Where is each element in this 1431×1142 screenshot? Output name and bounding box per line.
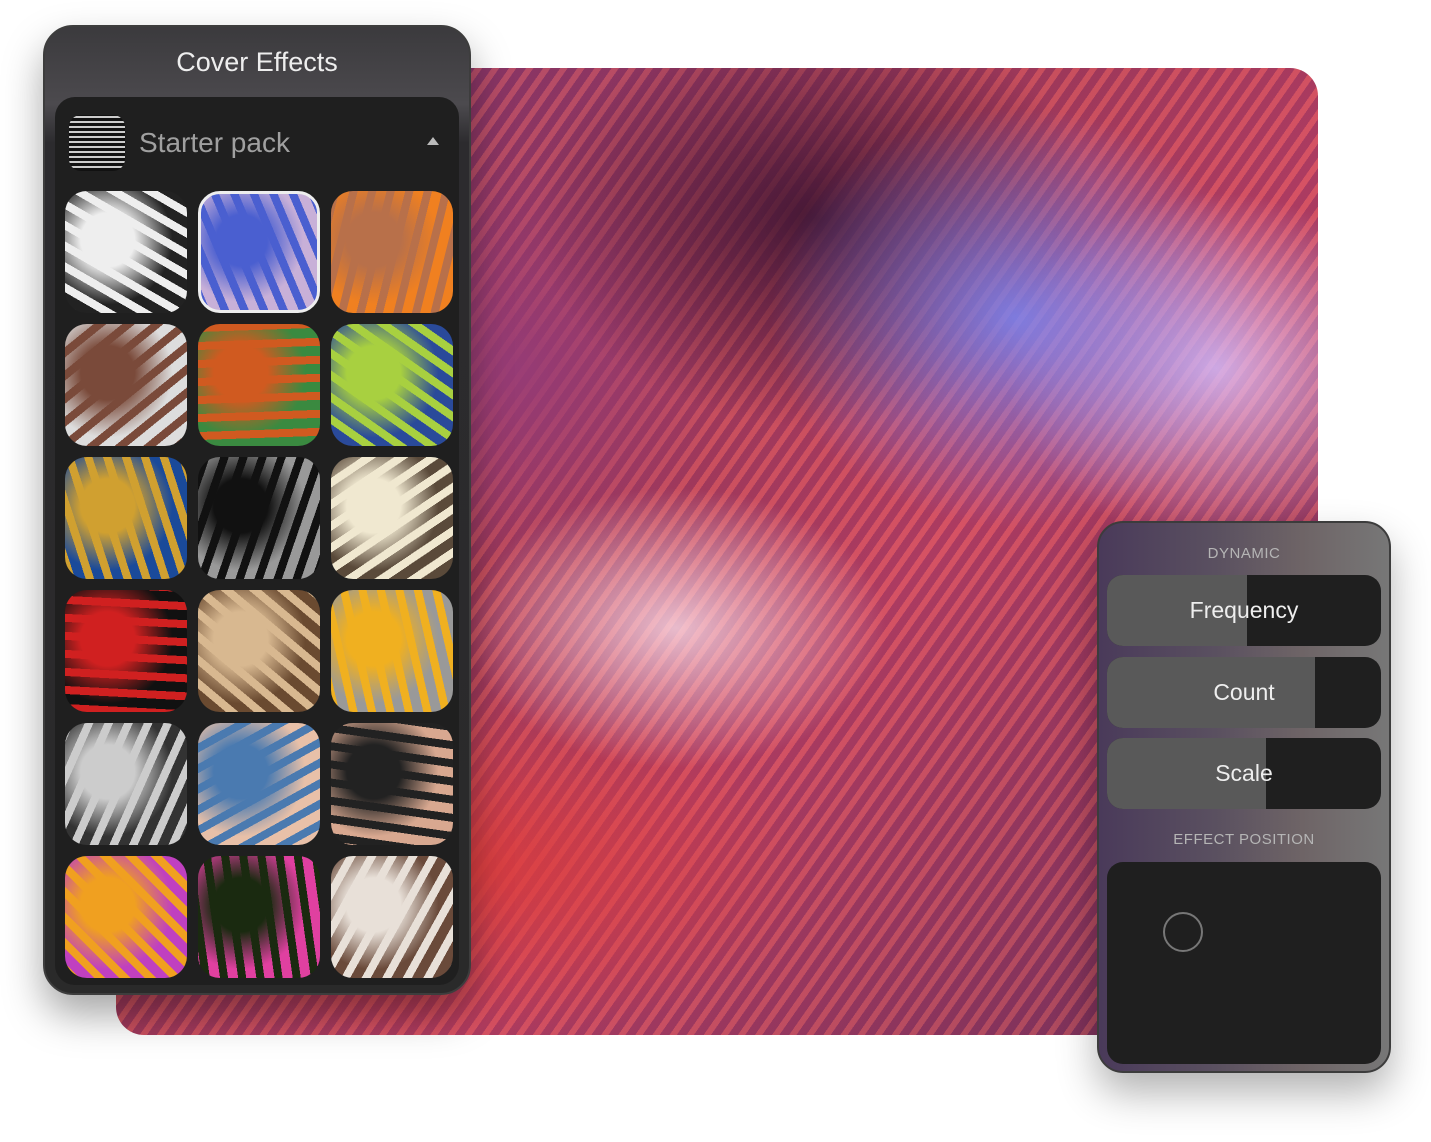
- count-slider[interactable]: Count: [1107, 657, 1381, 728]
- cover-effects-panel: Cover Effects Starter pack: [43, 25, 471, 995]
- effect-tile-color-bars[interactable]: [65, 457, 187, 579]
- pack-label: Starter pack: [139, 127, 290, 158]
- effect-tile-flower-prism[interactable]: [65, 856, 187, 978]
- panel-title: Cover Effects: [176, 47, 338, 77]
- effects-grid: [65, 191, 453, 978]
- effect-tile-zoom-burst[interactable]: [331, 457, 453, 579]
- effect-tile-green-mask[interactable]: [331, 324, 453, 446]
- effect-tile-rainbow-swirl[interactable]: [198, 324, 320, 446]
- frequency-slider[interactable]: Frequency: [1107, 575, 1381, 646]
- effect-tile-chrome-ripple[interactable]: [198, 457, 320, 579]
- pack-thumbnail: [69, 115, 125, 171]
- effect-settings-panel: DYNAMIC Frequency Count Scale EFFECT POS…: [1097, 521, 1391, 1073]
- effect-position-label: EFFECT POSITION: [1173, 831, 1315, 848]
- effect-tile-eye-closeup[interactable]: [198, 723, 320, 845]
- slider-label: Count: [1213, 679, 1275, 705]
- effect-tile-melted-face[interactable]: [65, 324, 187, 446]
- effect-tile-psychedelic-liquid[interactable]: [198, 856, 320, 978]
- effect-tile-halftone-rider[interactable]: [65, 191, 187, 313]
- effects-list: Starter pack: [55, 97, 459, 985]
- position-handle[interactable]: [1163, 912, 1203, 952]
- caret-up-icon[interactable]: [427, 137, 439, 145]
- effect-tile-kaleido-star[interactable]: [331, 590, 453, 712]
- effect-tile-split-face[interactable]: [198, 590, 320, 712]
- effect-tile-marble-swirl[interactable]: [331, 856, 453, 978]
- effect-tile-face-swirl[interactable]: [331, 723, 453, 845]
- pack-selector[interactable]: Starter pack: [69, 115, 290, 171]
- slider-label: Scale: [1215, 760, 1273, 786]
- effect-position-pad[interactable]: [1107, 862, 1381, 1064]
- effect-tile-lego-cross[interactable]: [331, 191, 453, 313]
- effect-tile-blur-machine[interactable]: [65, 723, 187, 845]
- dynamic-section-label: DYNAMIC: [1207, 545, 1281, 562]
- slider-label: Frequency: [1189, 597, 1299, 623]
- effect-tile-glitch-blue[interactable]: [198, 191, 320, 313]
- scale-slider[interactable]: Scale: [1107, 738, 1381, 809]
- effect-tile-red-sculpture[interactable]: [65, 590, 187, 712]
